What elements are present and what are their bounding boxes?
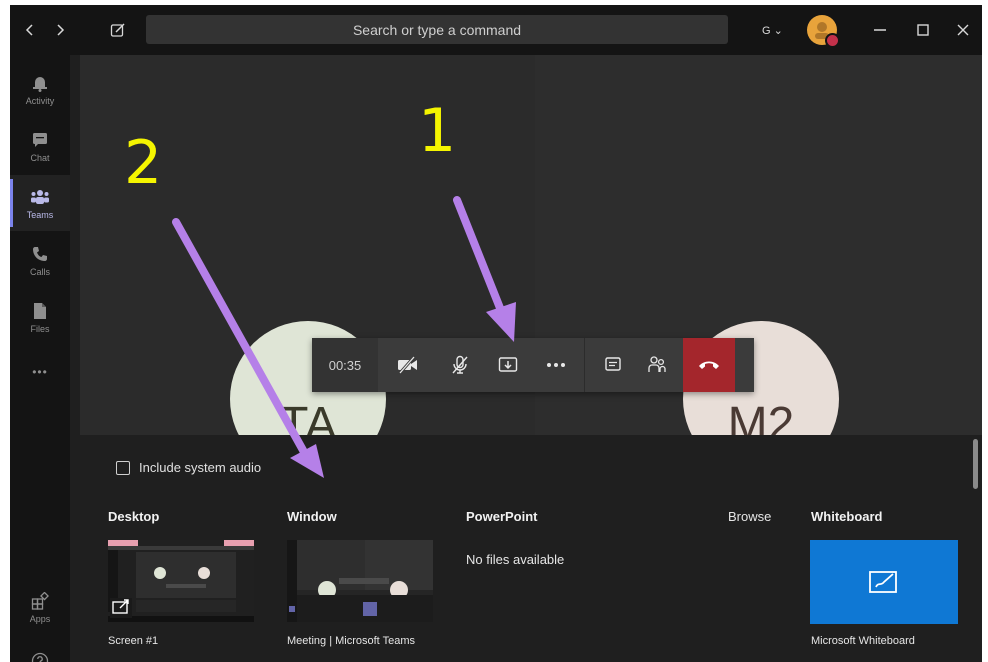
include-audio-option[interactable]: Include system audio	[116, 460, 261, 475]
bell-icon	[33, 76, 47, 92]
minimize-icon	[874, 29, 886, 31]
section-title-window: Window	[287, 509, 337, 524]
teams-window: Search or type a command G ⌄ Activity Ch…	[10, 5, 982, 662]
call-control-bar: 00:35	[312, 338, 754, 392]
whiteboard-caption: Microsoft Whiteboard	[811, 635, 915, 647]
browse-link[interactable]: Browse	[728, 509, 771, 524]
compose-button[interactable]	[106, 5, 130, 55]
phone-icon	[33, 246, 47, 261]
rail-item-label: Activity	[25, 95, 55, 106]
participant-initials: M2	[727, 398, 795, 435]
participants-icon	[648, 356, 666, 372]
minimize-button[interactable]	[860, 5, 900, 55]
section-title-powerpoint: PowerPoint	[466, 509, 538, 524]
rail-item-files[interactable]: Files	[10, 289, 70, 345]
title-bar: Search or type a command G ⌄	[10, 5, 982, 55]
section-title-whiteboard: Whiteboard	[811, 509, 883, 524]
file-icon	[34, 302, 46, 319]
share-tray-icon	[498, 357, 518, 372]
presence-busy-icon	[825, 33, 840, 48]
back-button[interactable]	[18, 5, 42, 55]
rail-item-teams[interactable]: Teams	[10, 175, 70, 231]
screenshot-frame: Search or type a command G ⌄ Activity Ch…	[0, 0, 988, 662]
call-timer: 00:35	[312, 338, 378, 392]
rail-item-chat[interactable]: Chat	[10, 118, 70, 174]
desktop-caption: Screen #1	[108, 635, 159, 647]
rail-item-label: Files	[30, 323, 50, 334]
close-icon	[957, 24, 969, 36]
account-switcher[interactable]: G ⌄	[762, 5, 783, 55]
rail-item-apps[interactable]: Apps	[10, 579, 70, 635]
rail-item-activity[interactable]: Activity	[10, 61, 70, 117]
include-audio-label: Include system audio	[139, 460, 262, 475]
rail-item-label: Chat	[30, 152, 50, 163]
share-tray-button[interactable]	[488, 338, 528, 392]
compose-icon	[110, 23, 125, 37]
forward-button[interactable]	[48, 5, 72, 55]
search-input[interactable]: Search or type a command	[146, 15, 728, 44]
camera-toggle-button[interactable]	[388, 338, 428, 392]
whiteboard-icon	[869, 571, 897, 593]
close-button[interactable]	[945, 5, 981, 55]
tray-scrollbar[interactable]	[973, 439, 978, 489]
rail-item-help[interactable]	[10, 633, 70, 662]
hangup-icon	[699, 361, 719, 369]
section-title-desktop: Desktop	[108, 509, 160, 524]
chat-icon	[605, 357, 621, 371]
desktop-screen-thumbnail[interactable]	[108, 540, 254, 622]
window-caption: Meeting | Microsoft Teams	[287, 635, 415, 647]
chevron-left-icon	[25, 24, 33, 36]
show-participants-button[interactable]	[637, 338, 677, 392]
include-audio-checkbox[interactable]	[116, 460, 130, 475]
profile-avatar[interactable]	[807, 15, 840, 48]
rail-item-calls[interactable]: Calls	[10, 232, 70, 288]
share-screen-icon	[110, 598, 132, 618]
share-tray: Include system audio Desktop Window Powe…	[80, 435, 982, 662]
rail-item-label: Teams	[26, 209, 54, 220]
control-divider	[584, 338, 585, 392]
more-actions-button[interactable]	[536, 338, 576, 392]
app-rail: Activity Chat Teams Calls Files ••• Apps	[10, 55, 70, 662]
apps-icon	[31, 591, 49, 610]
mic-off-icon	[452, 355, 468, 374]
maximize-icon	[917, 24, 929, 36]
chat-icon	[33, 132, 47, 147]
mic-toggle-button[interactable]	[440, 338, 480, 392]
chevron-right-icon	[57, 24, 65, 36]
window-thumbnail[interactable]	[287, 540, 433, 622]
maximize-button[interactable]	[903, 5, 943, 55]
hang-up-button[interactable]	[683, 338, 735, 392]
participant-initials: TA	[279, 398, 337, 435]
rail-more-button[interactable]: •••	[10, 344, 70, 400]
more-icon	[547, 363, 565, 367]
rail-item-label: Apps	[29, 613, 51, 624]
more-icon: •••	[32, 365, 48, 379]
teams-icon	[31, 189, 49, 204]
help-icon	[31, 652, 49, 662]
show-conversation-button[interactable]	[593, 338, 633, 392]
powerpoint-empty-message: No files available	[466, 552, 565, 567]
whiteboard-tile[interactable]	[810, 540, 958, 624]
camera-off-icon	[398, 356, 417, 374]
rail-item-label: Calls	[29, 266, 50, 277]
window-preview-image	[287, 540, 433, 622]
